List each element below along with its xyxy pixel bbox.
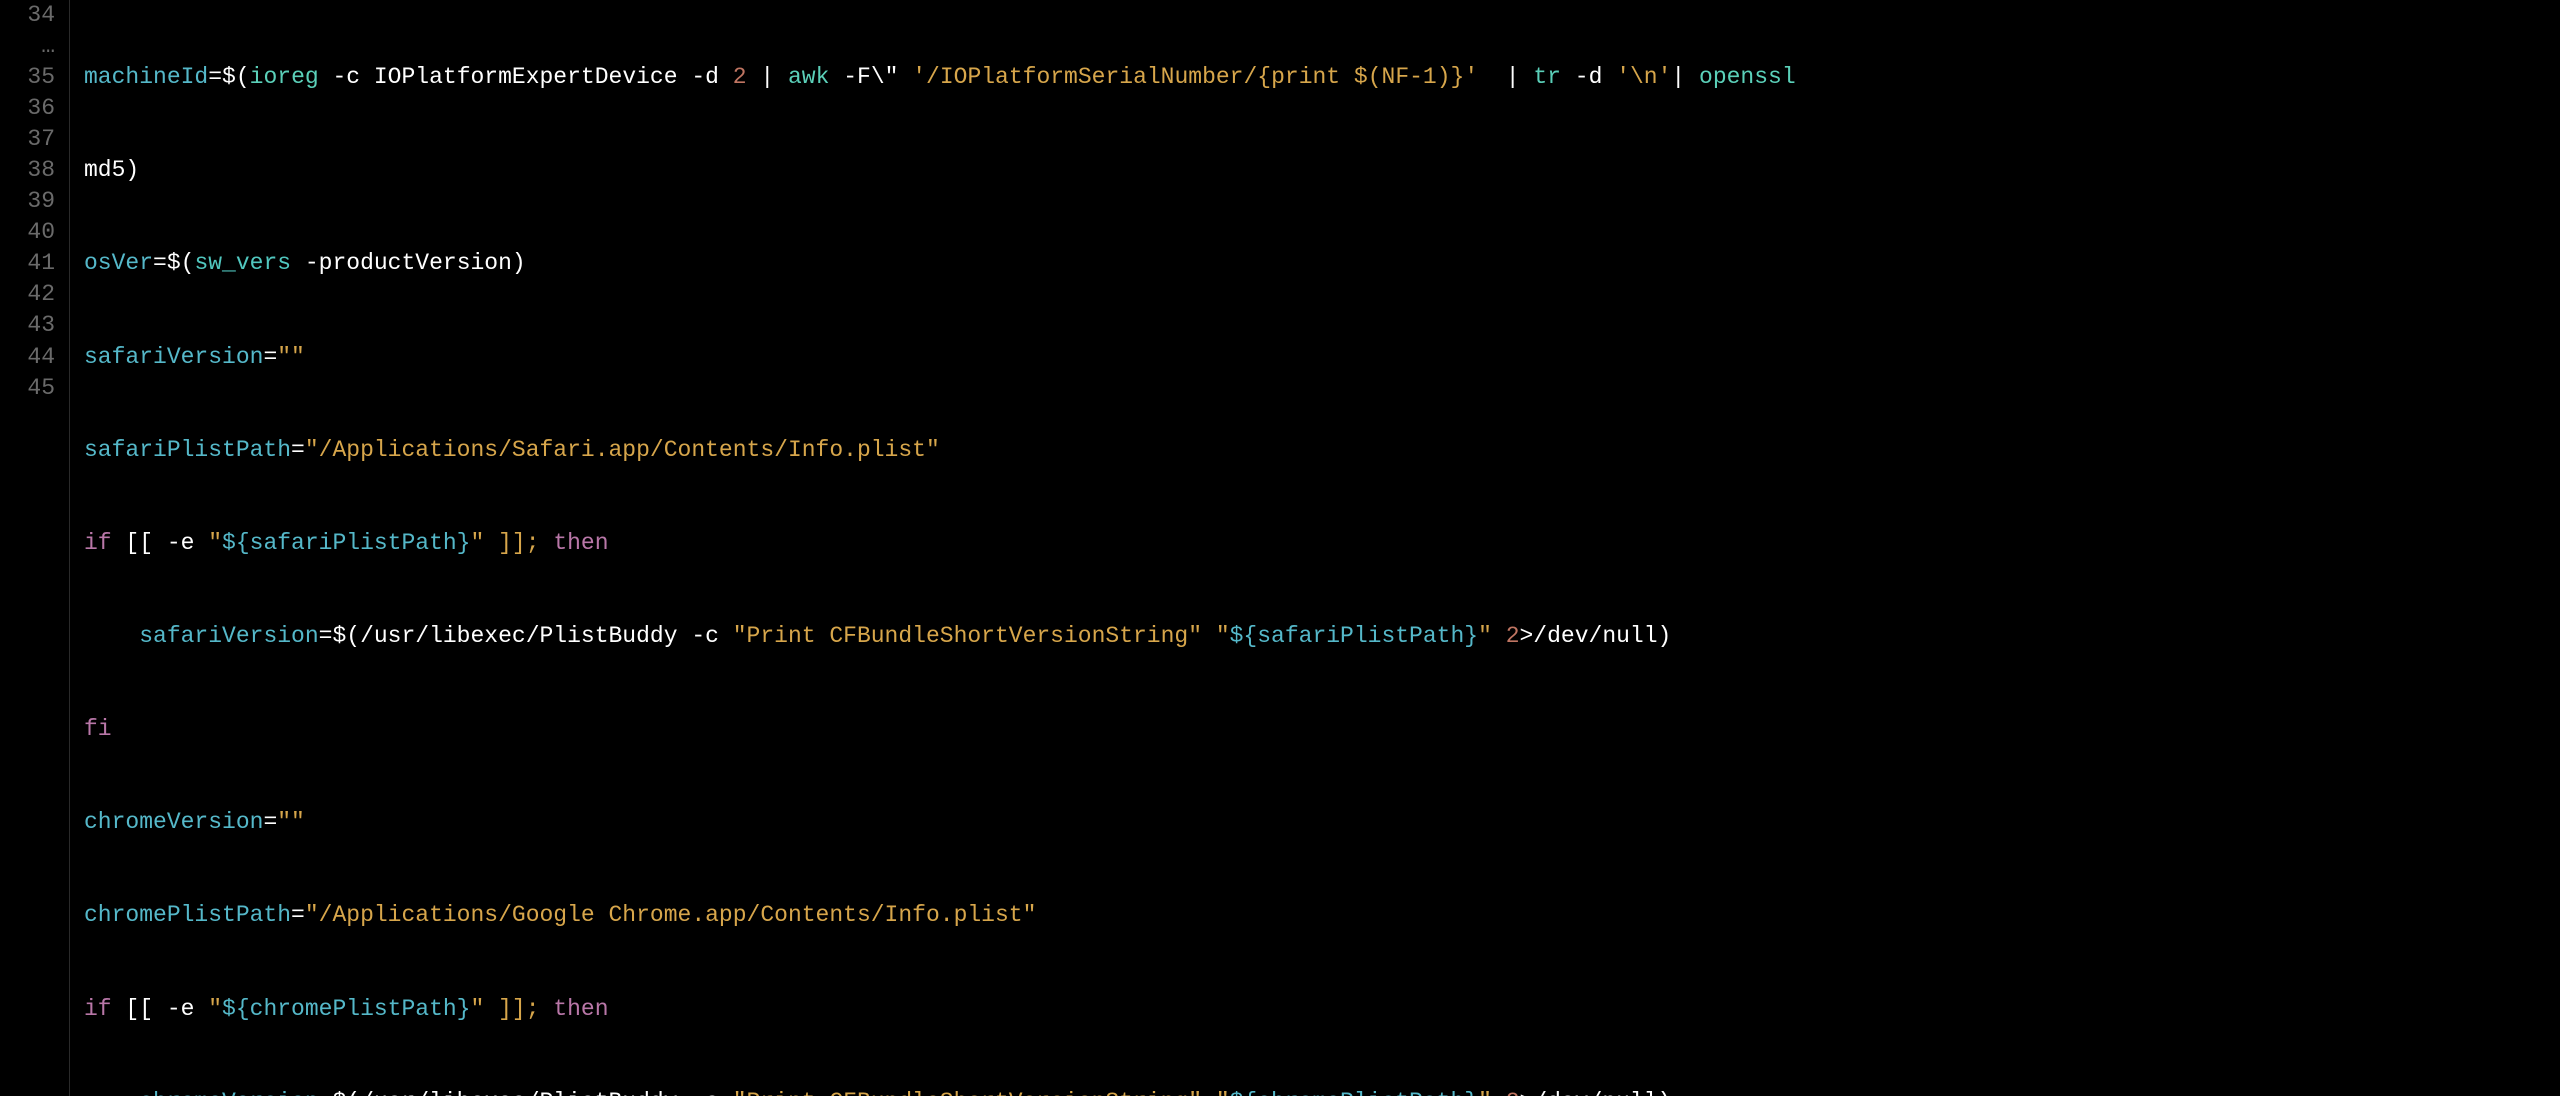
token-keyword: if — [84, 530, 112, 556]
token-text: -e — [167, 530, 195, 556]
token-text: =$(/usr/libexec/PlistBuddy -c — [319, 623, 733, 649]
token-keyword: then — [553, 530, 608, 556]
token-text: =$(/usr/libexec/PlistBuddy -c — [319, 1089, 733, 1096]
token-string: "" — [277, 809, 305, 835]
token-variable: chromePlistPath — [84, 902, 291, 928]
line-number: … — [0, 31, 55, 62]
line-number: 39 — [0, 186, 55, 217]
code-line[interactable]: fi — [84, 714, 1796, 745]
code-area[interactable]: machineId=$(ioreg -c IOPlatformExpertDev… — [70, 0, 1796, 1096]
token-string: "Print CFBundleShortVersionString" — [733, 623, 1202, 649]
token-command: openssl — [1699, 64, 1796, 90]
token-text: -d — [1561, 64, 1616, 90]
token-punct: = — [291, 902, 305, 928]
code-line[interactable]: if [[ -e "${chromePlistPath}" ]]; then — [84, 994, 1796, 1025]
token-string: " ]]; — [471, 530, 554, 556]
token-string: "" — [277, 344, 305, 370]
token-punct: ) — [125, 157, 139, 183]
token-variable: safariVersion — [84, 344, 263, 370]
token-param: ${chromePlistPath} — [222, 996, 470, 1022]
code-line[interactable]: chromeVersion="" — [84, 807, 1796, 838]
token-string: " — [1202, 623, 1230, 649]
token-string: '/IOPlatformSerialNumber/{print $(NF-1)}… — [912, 64, 1478, 90]
line-number: 37 — [0, 124, 55, 155]
token-variable: machineId — [84, 64, 208, 90]
token-text: | — [1478, 64, 1533, 90]
code-line[interactable]: chromePlistPath="/Applications/Google Ch… — [84, 900, 1796, 931]
token-number: 2 — [733, 64, 747, 90]
code-line[interactable]: osVer=$(sw_vers -productVersion) — [84, 248, 1796, 279]
line-number: 45 — [0, 373, 55, 404]
token-keyword: then — [553, 996, 608, 1022]
token-indent — [84, 623, 139, 649]
token-number: 2 — [1506, 623, 1520, 649]
code-line[interactable]: safariVersion=$(/usr/libexec/PlistBuddy … — [84, 621, 1796, 652]
token-indent — [84, 1089, 139, 1096]
token-param: ${safariPlistPath} — [1230, 623, 1478, 649]
token-text: >/dev/null) — [1520, 1089, 1672, 1096]
token-text: -productVersion) — [291, 250, 526, 276]
token-variable: osVer — [84, 250, 153, 276]
code-editor[interactable]: 34 … 35 36 37 38 39 40 41 42 43 44 45 ma… — [0, 0, 2560, 1096]
line-number-gutter: 34 … 35 36 37 38 39 40 41 42 43 44 45 — [0, 0, 70, 1096]
token-punct: = — [263, 809, 277, 835]
token-string: " — [194, 996, 222, 1022]
token-param: ${chromePlistPath} — [1230, 1089, 1478, 1096]
token-string: " — [194, 530, 222, 556]
token-variable: chromeVersion — [84, 809, 263, 835]
token-punct: =$( — [153, 250, 194, 276]
token-variable: safariPlistPath — [84, 437, 291, 463]
line-number: 40 — [0, 217, 55, 248]
token-punct: = — [291, 437, 305, 463]
token-text: >/dev/null) — [1520, 623, 1672, 649]
line-number: 36 — [0, 93, 55, 124]
line-number: 34 — [0, 0, 55, 31]
token-text: -e — [167, 996, 195, 1022]
code-line[interactable]: safariVersion="" — [84, 342, 1796, 373]
token-string: "Print CFBundleShortVersionString" — [733, 1089, 1202, 1096]
code-line[interactable]: machineId=$(ioreg -c IOPlatformExpertDev… — [84, 62, 1796, 93]
token-command: sw_vers — [194, 250, 291, 276]
token-param: ${safariPlistPath} — [222, 530, 470, 556]
token-command: tr — [1533, 64, 1561, 90]
token-keyword: fi — [84, 716, 112, 742]
token-string: "/Applications/Google Chrome.app/Content… — [305, 902, 1037, 928]
token-string: " — [1478, 623, 1506, 649]
token-number: 2 — [1506, 1089, 1520, 1096]
token-string: "/Applications/Safari.app/Contents/Info.… — [305, 437, 940, 463]
line-number: 43 — [0, 310, 55, 341]
token-punct: =$( — [208, 64, 249, 90]
token-string: " ]]; — [471, 996, 554, 1022]
line-number: 35 — [0, 62, 55, 93]
token-command: awk — [788, 64, 829, 90]
token-keyword: if — [84, 996, 112, 1022]
token-variable: chromeVersion — [139, 1089, 318, 1096]
token-text: md5 — [84, 157, 125, 183]
line-number: 38 — [0, 155, 55, 186]
token-command: ioreg — [250, 64, 319, 90]
token-text: -c IOPlatformExpertDevice -d — [319, 64, 733, 90]
token-string: " — [1202, 1089, 1230, 1096]
token-variable: safariVersion — [139, 623, 318, 649]
line-number: 42 — [0, 279, 55, 310]
token-string: '\n' — [1616, 64, 1671, 90]
line-number: 44 — [0, 342, 55, 373]
token-punct: = — [263, 344, 277, 370]
code-line[interactable]: chromeVersion=$(/usr/libexec/PlistBuddy … — [84, 1087, 1796, 1096]
token-text: | — [1671, 64, 1699, 90]
token-string: " — [1478, 1089, 1506, 1096]
code-line[interactable]: md5) — [84, 155, 1796, 186]
code-line[interactable]: if [[ -e "${safariPlistPath}" ]]; then — [84, 528, 1796, 559]
token-text: [[ — [112, 530, 167, 556]
token-text: [[ — [112, 996, 167, 1022]
token-text: -F\" — [829, 64, 912, 90]
code-line[interactable]: safariPlistPath="/Applications/Safari.ap… — [84, 435, 1796, 466]
line-number: 41 — [0, 248, 55, 279]
token-text: | — [747, 64, 788, 90]
